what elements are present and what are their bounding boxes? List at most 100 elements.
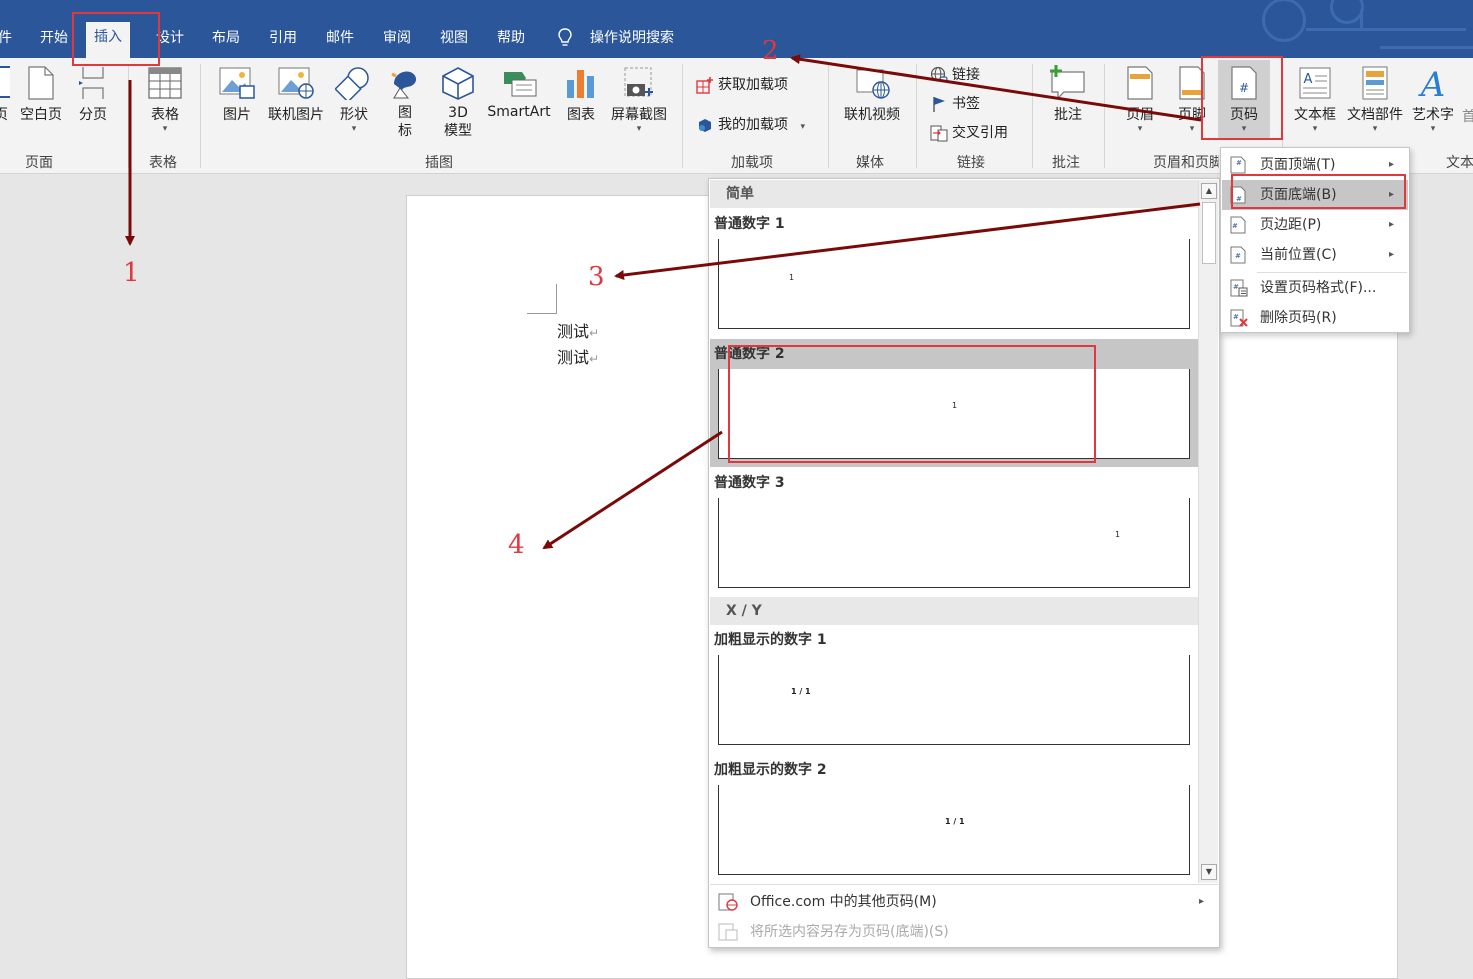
format-page-number-icon: # (1230, 279, 1248, 297)
gallery-preview: 1 / 1 (718, 655, 1190, 745)
screenshot-button[interactable]: 屏幕截图 ▾ (608, 66, 670, 134)
document-line[interactable]: 测试↵ (557, 318, 599, 342)
group-separator (828, 64, 829, 168)
shapes-button[interactable]: 形状 ▾ (334, 66, 374, 134)
svg-text:#: # (1233, 283, 1239, 291)
gallery-item-plain-number-3[interactable]: 普通数字 3 1 (710, 468, 1198, 596)
page-top-icon: # (1230, 156, 1246, 174)
remove-page-number-icon: # (1230, 309, 1248, 327)
chevron-down-icon: ▾ (800, 122, 805, 132)
tab-design[interactable]: 设计 (156, 24, 184, 52)
gallery-item-plain-number-1[interactable]: 普通数字 1 1 (710, 209, 1198, 337)
text-box-icon: A (1299, 67, 1331, 99)
decor-circle (1330, 0, 1364, 24)
decor-circle (1262, 0, 1306, 42)
cross-reference-button[interactable]: 交叉引用 (930, 122, 1008, 142)
more-page-numbers-office-com[interactable]: Office.com 中的其他页码(M) ▸ (710, 887, 1218, 917)
page-break-icon (79, 67, 104, 99)
annotation-box-page-number (1201, 56, 1283, 140)
group-label-links: 链接 (957, 155, 985, 171)
drop-cap-button[interactable]: 首 (1462, 106, 1473, 126)
chart-button[interactable]: 图表 (564, 66, 598, 124)
table-button[interactable]: 表格 ▾ (146, 66, 184, 134)
text-box-button[interactable]: A 文本框 ▾ (1292, 66, 1338, 134)
page-margin-icon: # (1230, 216, 1246, 234)
group-label-media: 媒体 (856, 155, 884, 171)
annotation-number-2: 2 (762, 36, 779, 66)
menu-item-remove-page-numbers[interactable]: # 删除页码(R) (1222, 303, 1408, 333)
online-picture-icon (278, 67, 314, 99)
office-com-icon (718, 893, 738, 911)
tab-references[interactable]: 引用 (269, 24, 297, 52)
store-icon (696, 77, 713, 94)
group-label-table: 表格 (149, 155, 177, 171)
smartart-button[interactable]: SmartArt (486, 66, 552, 120)
chevron-down-icon: ▾ (1430, 124, 1436, 134)
svg-text:A: A (1418, 66, 1446, 100)
quick-parts-button[interactable]: 文档部件 ▾ (1344, 66, 1406, 134)
page-break-button[interactable]: 分页 (76, 66, 110, 124)
globe-link-icon (930, 66, 948, 82)
addin-icon (699, 119, 711, 132)
submenu-arrow-icon: ▸ (1388, 249, 1394, 260)
tab-view[interactable]: 视图 (440, 24, 468, 52)
gallery-preview: 1 (718, 239, 1190, 329)
group-label-illustrations: 插图 (425, 155, 453, 171)
margin-corner-mark (527, 284, 557, 314)
comment-button[interactable]: 批注 (1046, 64, 1090, 124)
header-button[interactable]: 页眉 ▾ (1120, 66, 1160, 134)
svg-text:A: A (1304, 72, 1313, 87)
link-button[interactable]: 链接 (930, 64, 980, 84)
annotation-box-plain-number-2 (728, 345, 1096, 463)
gallery-item-bold-number-2[interactable]: 加粗显示的数字 2 1 / 1 (710, 755, 1198, 883)
svg-text:#: # (1233, 313, 1239, 321)
tab-layout[interactable]: 布局 (212, 24, 240, 52)
scroll-down-icon[interactable]: ▼ (1201, 864, 1217, 880)
tab-file[interactable]: 件 (0, 24, 12, 52)
chevron-down-icon: ▾ (1137, 124, 1143, 134)
gallery-section-header: 简单 (710, 180, 1198, 208)
decor-line (1380, 46, 1473, 49)
menu-item-page-margins[interactable]: # 页边距(P) ▸ (1222, 210, 1408, 240)
document-line[interactable]: 测试↵ (557, 344, 599, 368)
smartart-icon (504, 72, 537, 97)
menu-item-format-page-numbers[interactable]: # 设置页码格式(F)... (1222, 273, 1408, 303)
bookmark-button[interactable]: 书签 (930, 93, 980, 113)
3d-model-button[interactable]: 3D 模型 (438, 66, 478, 140)
icons-button[interactable]: 图 标 (386, 66, 424, 140)
chevron-down-icon: ▾ (351, 124, 357, 134)
scroll-thumb[interactable] (1202, 202, 1216, 264)
wordart-button[interactable]: A 艺术字 ▾ (1410, 66, 1456, 134)
tab-mailings[interactable]: 邮件 (326, 24, 354, 52)
get-addins-button[interactable]: 获取加载项 (696, 74, 788, 94)
chevron-down-icon: ▾ (1372, 124, 1378, 134)
menu-item-current-position[interactable]: # 当前位置(C) ▸ (1222, 240, 1408, 270)
wordart-icon: A (1418, 66, 1446, 100)
gallery-scrollbar[interactable]: ▲ ▼ (1198, 180, 1218, 883)
gallery-preview: 1 (718, 498, 1190, 588)
tell-me-search[interactable]: 操作说明搜索 (590, 24, 674, 52)
my-addins-button[interactable]: 我的加载项 ▾ (696, 114, 805, 134)
group-separator (128, 64, 129, 168)
blank-page-button[interactable]: 空白页 (18, 66, 64, 124)
picture-button[interactable]: 图片 (218, 66, 256, 124)
gallery-item-bold-number-1[interactable]: 加粗显示的数字 1 1 / 1 (710, 625, 1198, 753)
tab-home[interactable]: 开始 (40, 24, 68, 52)
blank-page-icon (28, 66, 54, 100)
online-video-button[interactable]: 联机视频 (840, 66, 904, 124)
annotation-box-insert-tab (72, 12, 160, 66)
save-selection-as-page-number: 将所选内容另存为页码(底端)(S) (710, 917, 1218, 947)
submenu-arrow-icon: ▸ (1198, 896, 1204, 907)
group-separator (200, 64, 201, 168)
tab-help[interactable]: 帮助 (497, 24, 525, 52)
decor-line (1306, 28, 1466, 31)
online-picture-button[interactable]: 联机图片 (264, 66, 328, 124)
scroll-up-icon[interactable]: ▲ (1201, 183, 1217, 199)
group-separator (916, 64, 917, 168)
tab-review[interactable]: 审阅 (383, 24, 411, 52)
cover-page-icon (0, 66, 10, 98)
cross-reference-icon (930, 125, 948, 142)
cover-page-button[interactable]: 页 (0, 66, 10, 124)
header-icon (1127, 66, 1153, 100)
bookmark-flag-icon (933, 97, 945, 112)
